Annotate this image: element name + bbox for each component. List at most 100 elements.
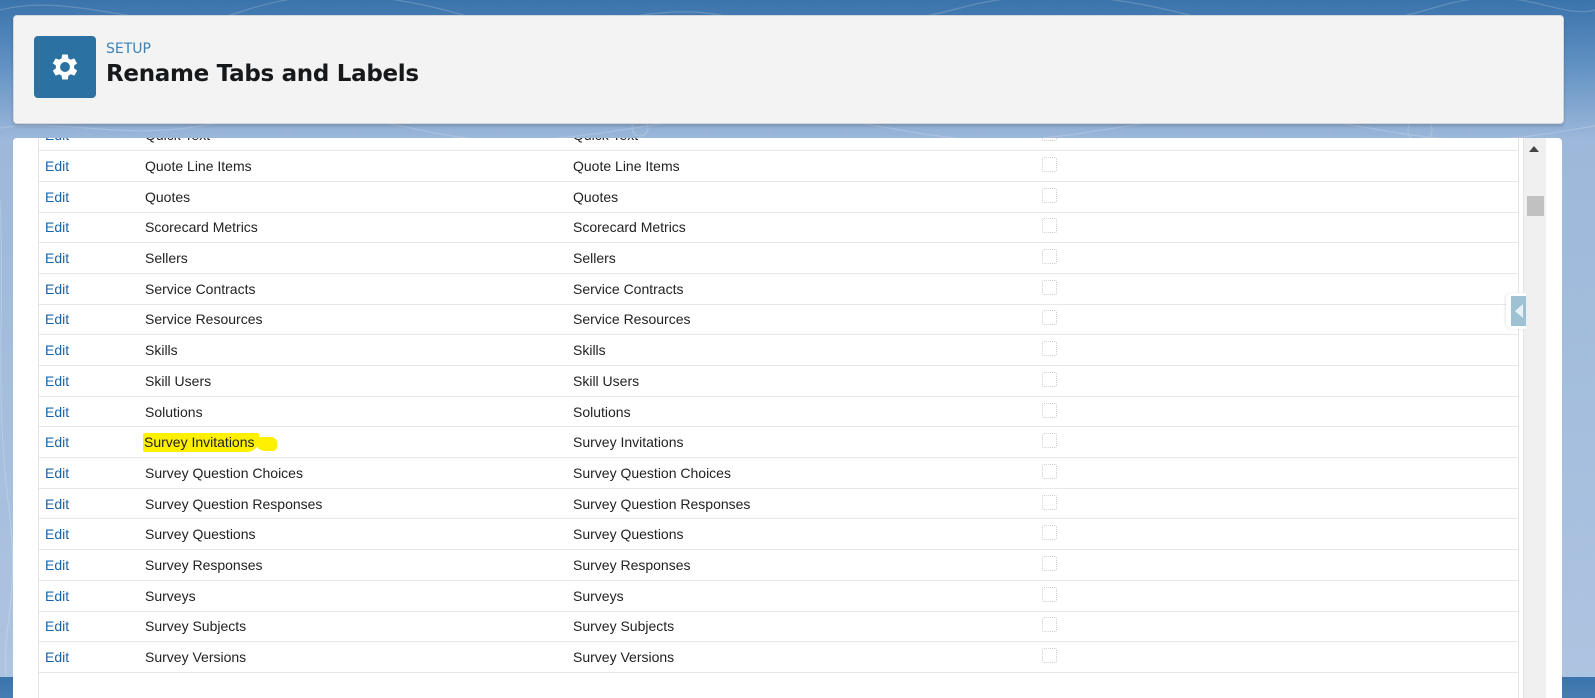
edit-link[interactable]: Edit: [45, 373, 69, 389]
plural-label-cell: Quick Text: [573, 138, 1040, 152]
table-row: Edit Survey Questions Survey Questions: [39, 518, 1518, 551]
scroll-up-arrow-icon[interactable]: [1529, 146, 1539, 152]
row-checkbox[interactable]: [1042, 555, 1057, 571]
checkbox-cell: [1040, 304, 1518, 336]
row-checkbox[interactable]: [1042, 138, 1057, 142]
plural-label: Survey Responses: [573, 556, 691, 573]
singular-label-cell: Quick Text: [145, 138, 573, 152]
scrollbar-thumb[interactable]: [1527, 196, 1544, 216]
edit-link[interactable]: Edit: [45, 404, 69, 420]
table-row: Edit Quote Line Items Quote Line Items: [39, 150, 1518, 182]
edit-link[interactable]: Edit: [45, 588, 69, 604]
edit-link[interactable]: Edit: [45, 342, 69, 358]
row-checkbox[interactable]: [1042, 494, 1057, 510]
row-checkbox[interactable]: [1042, 157, 1057, 173]
edit-link[interactable]: Edit: [45, 138, 69, 143]
plural-label: Service Contracts: [573, 280, 684, 297]
row-checkbox[interactable]: [1042, 341, 1057, 357]
checkbox-cell: [1040, 426, 1518, 459]
plural-label: Quote Line Items: [573, 158, 680, 175]
singular-label: Survey Versions: [145, 649, 247, 666]
edit-link[interactable]: Edit: [45, 557, 69, 573]
row-checkbox[interactable]: [1042, 402, 1057, 418]
edit-link[interactable]: Edit: [45, 649, 69, 665]
edit-link[interactable]: Edit: [45, 496, 69, 512]
row-checkbox[interactable]: [1042, 187, 1057, 203]
row-checkbox[interactable]: [1042, 463, 1057, 479]
plural-label-cell: Surveys: [573, 580, 1040, 612]
setup-icon-tile: [34, 36, 96, 98]
edit-link[interactable]: Edit: [45, 434, 69, 450]
action-cell: Edit: [39, 641, 145, 673]
checkbox-cell: [1040, 641, 1518, 673]
row-checkbox[interactable]: [1042, 617, 1057, 633]
row-checkbox[interactable]: [1042, 249, 1057, 265]
row-checkbox[interactable]: [1042, 586, 1057, 602]
singular-label-cell: Survey Question Responses: [145, 488, 573, 520]
table-row: Edit Survey Subjects Survey Subjects: [39, 611, 1518, 643]
plural-label-cell: Skills: [573, 334, 1040, 366]
singular-label: Survey Question Responses: [145, 495, 323, 512]
checkbox-cell: [1040, 334, 1518, 366]
vertical-scrollbar[interactable]: [1523, 138, 1546, 698]
plural-label-cell: Survey Versions: [573, 641, 1040, 673]
row-checkbox[interactable]: [1042, 218, 1057, 234]
singular-label-cell: Service Contracts: [145, 273, 573, 305]
singular-label-cell: Survey Subjects: [145, 611, 573, 643]
edit-link[interactable]: Edit: [45, 465, 69, 481]
row-checkbox[interactable]: [1042, 525, 1057, 541]
table-row: Edit Survey Responses Survey Responses: [39, 549, 1518, 581]
edit-link[interactable]: Edit: [45, 250, 69, 266]
singular-label: Service Contracts: [145, 280, 256, 297]
singular-label: Quote Line Items: [145, 158, 252, 175]
table-row: Edit Survey Versions Survey Versions: [39, 641, 1518, 673]
row-checkbox[interactable]: [1042, 371, 1057, 387]
singular-label-cell: Solutions: [145, 396, 573, 428]
checkbox-cell: [1040, 181, 1518, 213]
singular-label: Solutions: [145, 403, 203, 420]
plural-label-cell: Survey Invitations: [573, 426, 1040, 459]
checkbox-cell: [1040, 396, 1518, 428]
singular-label-highlighted: Survey Invitations: [143, 433, 259, 453]
table-row: Edit Quotes Quotes: [39, 181, 1518, 213]
action-cell: Edit: [39, 150, 145, 182]
action-cell: Edit: [39, 518, 145, 551]
edit-link[interactable]: Edit: [45, 281, 69, 297]
singular-label: Survey Responses: [145, 556, 263, 573]
row-checkbox[interactable]: [1042, 310, 1057, 326]
row-checkbox[interactable]: [1042, 648, 1057, 664]
row-checkbox[interactable]: [1042, 279, 1057, 295]
checkbox-cell: [1040, 580, 1518, 612]
edit-link[interactable]: Edit: [45, 158, 69, 174]
edit-link[interactable]: Edit: [45, 311, 69, 327]
plural-label: Skills: [573, 342, 606, 359]
singular-label: Surveys: [145, 587, 196, 604]
action-cell: Edit: [39, 488, 145, 520]
row-checkbox[interactable]: [1042, 433, 1057, 449]
edit-link[interactable]: Edit: [45, 189, 69, 205]
plural-label-cell: Solutions: [573, 396, 1040, 428]
action-cell: Edit: [39, 212, 145, 244]
plural-label: Surveys: [573, 587, 624, 604]
plural-label-cell: Sellers: [573, 242, 1040, 274]
singular-label: Scorecard Metrics: [145, 219, 258, 236]
plural-label: Survey Question Choices: [573, 464, 731, 481]
singular-label-cell: Scorecard Metrics: [145, 212, 573, 244]
edit-link[interactable]: Edit: [45, 618, 69, 634]
side-panel-toggle[interactable]: [1506, 293, 1526, 329]
checkbox-cell: [1040, 611, 1518, 643]
checkbox-cell: [1040, 457, 1518, 489]
singular-label: Service Resources: [145, 311, 263, 328]
action-cell: Edit: [39, 396, 145, 428]
singular-label: Survey Subjects: [145, 618, 247, 635]
action-cell: Edit: [39, 611, 145, 643]
singular-label: Skills: [145, 342, 178, 359]
edit-link[interactable]: Edit: [45, 526, 69, 542]
singular-label-cell: Sellers: [145, 242, 573, 274]
checkbox-cell: [1040, 549, 1518, 581]
edit-link[interactable]: Edit: [45, 219, 69, 235]
plural-label: Sellers: [573, 250, 616, 267]
singular-label-cell: Surveys: [145, 580, 573, 612]
singular-label: Survey Question Choices: [145, 464, 303, 481]
singular-label-cell: Skill Users: [145, 365, 573, 397]
